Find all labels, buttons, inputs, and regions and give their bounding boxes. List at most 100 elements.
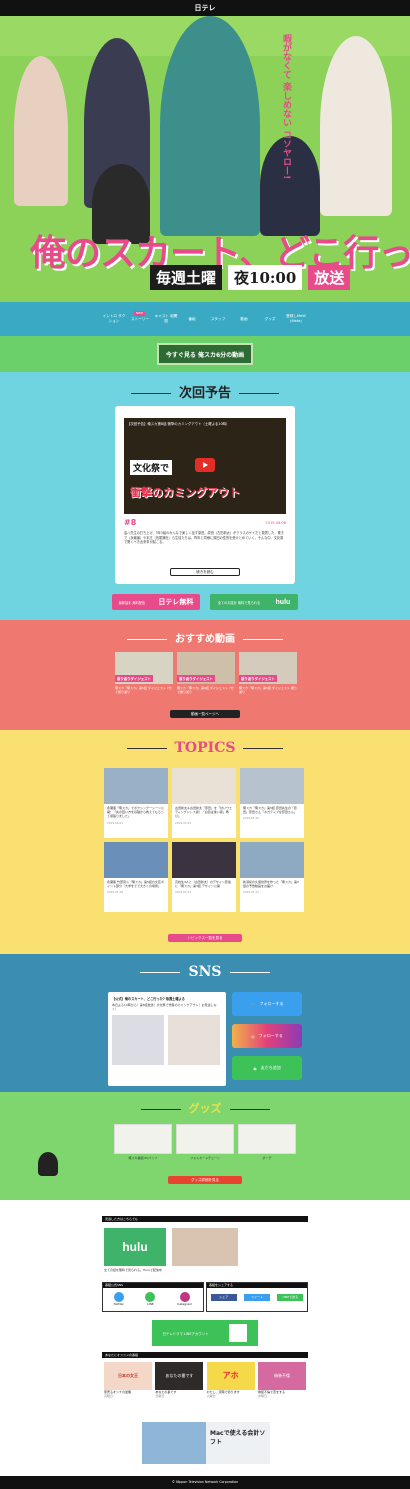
tweet-image	[168, 1015, 220, 1065]
share-box: 番組をシェアする シェア ツイート LINEで送る	[206, 1282, 308, 1312]
recommend-item[interactable]: 偽装不倫 偽装不倫で恋をする 水曜日	[257, 1362, 306, 1398]
play-icon[interactable]	[195, 458, 215, 472]
sns-section: SNS 【公式】俺のスカート、どこ行った? 毎週土曜よる 本日よる10時から！第…	[0, 954, 410, 1092]
goods-item[interactable]: ポーチ	[238, 1124, 296, 1160]
topics-list-button[interactable]: トピックス一覧を見る	[168, 934, 242, 942]
footer-instagram-link[interactable]: Instagram	[177, 1292, 192, 1306]
top-bar: 日テレ	[0, 0, 410, 16]
ad-banner[interactable]: Macで使える会計ソフト	[142, 1422, 270, 1464]
section-heading: SNS	[0, 964, 410, 980]
tweet-text: 本日よる10時から！第8話放送！文化祭で衝撃のカミングアウト！お見逃しなく！	[112, 1003, 217, 1011]
nav-item-register[interactable]: 登録しMeW (Meta)	[284, 314, 308, 324]
broadcast-time: 毎週土曜 夜10:00 放送	[150, 264, 351, 290]
nav-item-story[interactable]: NEW ストーリー	[128, 310, 152, 322]
new-badge: NEW	[134, 310, 146, 316]
tweet-button[interactable]: ツイート	[243, 1294, 270, 1301]
topic-card[interactable]: 高校生3人と（古田新太）のデザイン原宿に「俺スカ」第3話 デザイン公開 2019.…	[172, 842, 236, 912]
copyright: © Nippon Television Network Corporation	[0, 1476, 410, 1489]
sns-buttons: 🐦 フォローする ◎ フォローする ◉ 友だち追加	[232, 992, 302, 1088]
ntv-logo[interactable]: 日テレ	[195, 3, 216, 13]
instagram-icon: ◎	[251, 1033, 255, 1039]
video-thumbnail: 振り返りダイジェスト	[239, 652, 297, 684]
line-account-banner[interactable]: 日テレドラマ LINEアカウント	[152, 1320, 258, 1346]
nav-item-cast[interactable]: キャスト 相関図	[154, 314, 178, 324]
character-illustration	[38, 1152, 58, 1176]
section-heading: 次回予告	[0, 382, 410, 401]
video-thumbnail: 振り返りダイジェスト	[115, 652, 173, 684]
nav-item-intro[interactable]: イントロ ダクション	[102, 314, 126, 324]
recommend-bar: あなたにオススメの番組	[102, 1352, 308, 1358]
hero-catchphrase: 暇がなくて 楽しめない コソヤロー!	[281, 34, 291, 180]
goods-list: 俺スカ番組 PVパンフ フォトカードチェーン ポーチ	[114, 1124, 296, 1160]
footer-area: 見逃した方はこちらでも hulu 全ての話を無料で見られる。Huluで配信中 番…	[0, 1200, 410, 1476]
line-icon	[145, 1292, 156, 1302]
twitter-follow-button[interactable]: 🐦 フォローする	[232, 992, 302, 1016]
hero-visual: 暇がなくて 楽しめない コソヤロー! 俺のスカート、どこ行った? 毎週土曜 夜1…	[0, 16, 410, 302]
global-nav: イントロ ダクション NEW ストーリー キャスト 相関図 番組 スタッフ 動画 …	[0, 302, 410, 336]
ntv-free-link[interactable]: 最新話を 無料配信 日テレ無料	[112, 594, 200, 610]
video-caption-1: 文化祭で	[130, 460, 173, 475]
section-heading: TOPICS	[0, 740, 410, 756]
stream-links: 最新話を 無料配信 日テレ無料 全てのお話を 無料で見られる hulu	[112, 594, 298, 610]
cast-photo-main	[160, 16, 260, 236]
video-thumbnail: 振り返りダイジェスト	[177, 652, 235, 684]
topic-card[interactable]: 俺スカ「俺スカ」第5話 原田先生の「原田」原田さん「ネガティブな原田さん」 201…	[240, 768, 304, 838]
nav-item-program[interactable]: 番組	[180, 317, 204, 322]
next-episode-card: 【次回予告】俺スカ第8話 衝撃のカミングアウト（土曜よる10時） 文化祭で 衝撃…	[115, 406, 295, 584]
video-list-button[interactable]: 動画一覧ページへ	[170, 710, 240, 718]
footer-line-link[interactable]: LINE	[145, 1292, 156, 1306]
recommend-item[interactable]: あなたの番です あなたの番です 日曜日	[155, 1362, 204, 1398]
video-title: 【次回予告】俺スカ第8話 衝撃のカミングアウト（土曜よる10時）	[127, 422, 230, 426]
recommend-list: 日本の女王 家売るオンナの逆襲 月曜日 あなたの番です あなたの番です 日曜日 アホ わた…	[104, 1362, 306, 1398]
topics-grid: 永瀬廉「俺スカ」でボクシング一シーン公開！「先の回い方を基礎から教えてもらって頑…	[104, 768, 306, 912]
hulu-promo-image[interactable]	[172, 1228, 238, 1266]
cast-photo	[320, 36, 392, 216]
recommend-item[interactable]: 日本の女王 家売るオンナの逆襲 月曜日	[104, 1362, 152, 1398]
video-caption-2: 衝撃のカミングアウト	[130, 486, 240, 499]
line-send-button[interactable]: LINEで送る	[277, 1294, 304, 1301]
video-item[interactable]: 振り返りダイジェスト 俺スカ「俺スカ」第5話 ダイジェスト 7分で振り返り	[115, 652, 173, 694]
goods-item[interactable]: フォトカードチェーン	[176, 1124, 234, 1160]
nav-item-goods[interactable]: グッズ	[258, 317, 282, 322]
twitter-icon: 🐦	[250, 1001, 256, 1007]
hulu-bar: 見逃した方はこちらでも	[102, 1216, 308, 1222]
hulu-caption: 全ての話を無料で見られる。Huluで配信中	[104, 1268, 162, 1272]
section-heading: グッズ	[0, 1100, 410, 1116]
section-heading: おすすめ動画	[0, 630, 410, 645]
catchup-banner[interactable]: 今すぐ見る 俺スカ6分の動画	[157, 343, 253, 365]
tweet-image	[112, 1015, 164, 1065]
topic-card[interactable]: 古田新太＆古田新太「原田」を「甘いウエディングドレス姿！「白目は素い姿」再び」 2…	[172, 768, 236, 838]
read-more-button[interactable]: 続きを読む	[170, 568, 240, 576]
video-list: 振り返りダイジェスト 俺スカ「俺スカ」第5話 ダイジェスト 7分で振り返り 振り…	[115, 652, 297, 694]
episode-number: #8	[124, 518, 137, 527]
official-sns-box: 番組公式SNS Twitter LINE Instagram	[102, 1282, 204, 1312]
recommend-videos-section: おすすめ動画 振り返りダイジェスト 俺スカ「俺スカ」第5話 ダイジェスト 7分で…	[0, 620, 410, 730]
video-item[interactable]: 振り返りダイジェスト 俺スカ「俺スカ」第6話 ダイジェスト 7分で振り返り	[177, 652, 235, 694]
air-label: 放送	[308, 264, 351, 290]
air-time: 夜10:00	[228, 264, 303, 290]
goods-detail-button[interactable]: グッズ詳細を見る	[168, 1176, 242, 1184]
twitter-timeline[interactable]: 【公式】俺のスカート、どこ行った? 毎週土曜よる 本日よる10時から！第8話放送…	[108, 992, 226, 1086]
video-item[interactable]: 振り返りダイジェスト 俺スカ「俺スカ」第5話 ダイジェスト 振り返り	[239, 652, 297, 694]
preview-video[interactable]: 【次回予告】俺スカ第8話 衝撃のカミングアウト（土曜よる10時） 文化祭で 衝撃…	[124, 418, 286, 514]
footer-twitter-link[interactable]: Twitter	[114, 1292, 124, 1306]
topic-card[interactable]: 永瀬廉 竹葉真斗「俺スカ」第5話の文芸ポイント部分「大学をでで大きくの場所」 20…	[104, 842, 168, 912]
nav-item-staff[interactable]: スタッフ	[206, 317, 230, 322]
ad-image	[142, 1422, 206, 1464]
hulu-banner[interactable]: hulu	[104, 1228, 166, 1266]
episode-date: 2019.06.08	[265, 521, 286, 525]
topic-card[interactable]: 永瀬廉「俺スカ」でボクシング一シーン公開！「先の回い方を基礎から教えてもらって頑…	[104, 768, 168, 838]
episode-synopsis: 金八先生の打ち上げ、3年3組のみんなで楽しく話す原田。原田（古田新太）がクラスの…	[124, 531, 284, 545]
air-day: 毎週土曜	[150, 264, 223, 290]
line-icon: ◉	[253, 1065, 257, 1071]
goods-item[interactable]: 俺スカ番組 PVパンフ	[114, 1124, 172, 1160]
line-add-button[interactable]: ◉ 友だち追加	[232, 1056, 302, 1080]
instagram-icon	[179, 1292, 190, 1302]
instagram-follow-button[interactable]: ◎ フォローする	[232, 1024, 302, 1048]
recommend-item[interactable]: アホ わたし、定時で帰ります 火曜日	[206, 1362, 255, 1398]
cast-photo	[14, 56, 68, 206]
hulu-link[interactable]: 全てのお話を 無料で見られる hulu	[210, 594, 298, 610]
share-button[interactable]: シェア	[210, 1294, 237, 1301]
topic-card[interactable]: 新潟県の久保世界を作った「俺スカ」第2話の予告動画をお届け 2019.05.11	[240, 842, 304, 912]
nav-item-movie[interactable]: 動画	[232, 317, 256, 322]
